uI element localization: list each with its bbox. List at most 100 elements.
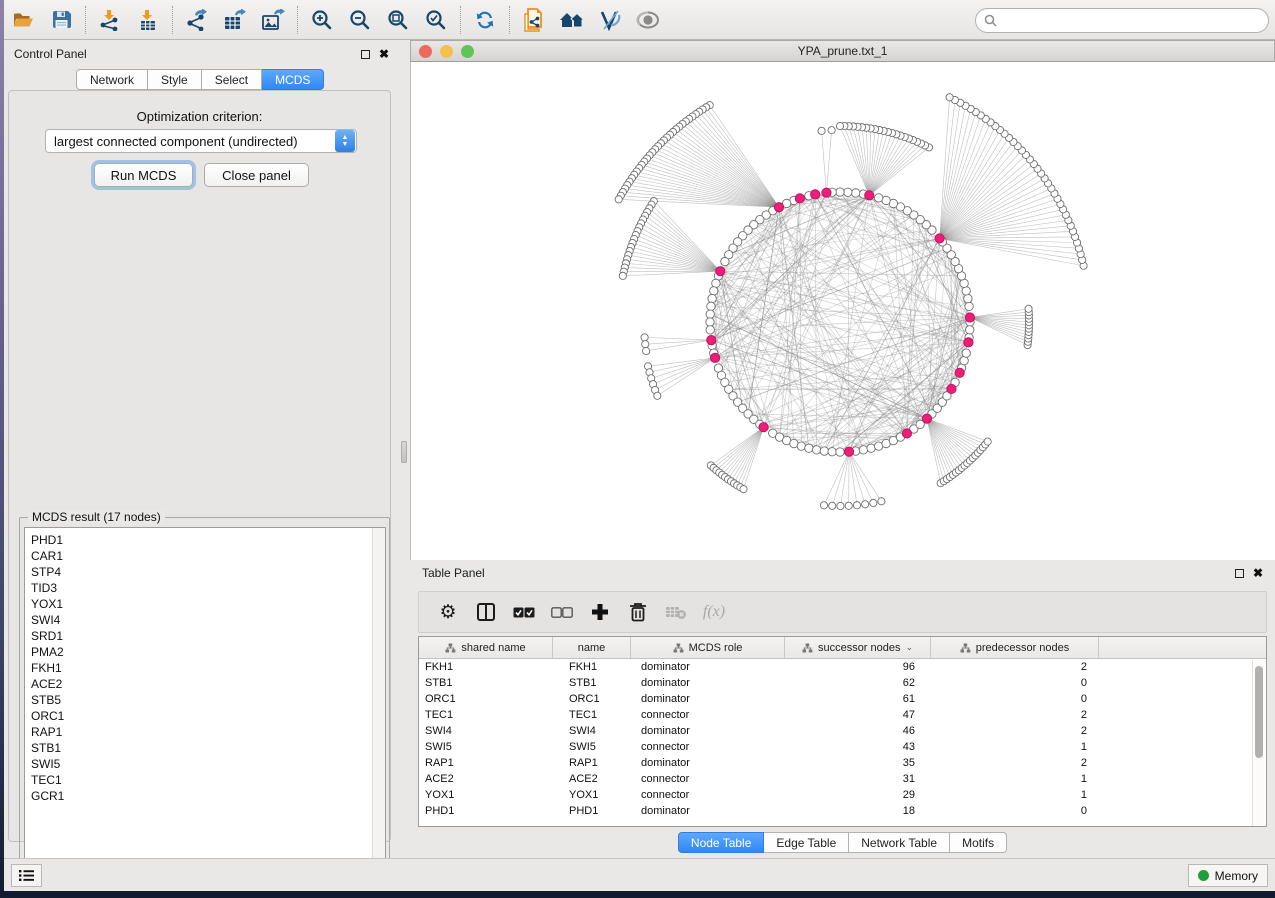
home-icon[interactable] (553, 3, 591, 37)
table-cell: 2 (931, 661, 1099, 673)
memory-button[interactable]: Memory (1188, 864, 1268, 887)
export-image-icon[interactable] (254, 3, 292, 37)
save-session-icon[interactable] (42, 3, 80, 37)
optimization-criterion-select[interactable]: largest connected component (undirected)… (45, 129, 357, 153)
select-all-icon[interactable] (505, 594, 543, 630)
mcds-result-item[interactable]: SWI4 (31, 612, 385, 628)
mcds-result-item[interactable]: ORC1 (31, 708, 385, 724)
close-panel-icon[interactable]: ✖ (1253, 569, 1263, 578)
zoom-selected-icon[interactable] (417, 3, 455, 37)
zoom-fit-icon[interactable] (379, 3, 417, 37)
tab-network[interactable]: Network (76, 69, 148, 90)
search-input[interactable] (997, 11, 1268, 31)
table-row[interactable]: FKH1FKH1dominator962 (419, 659, 1266, 675)
table-mode-gear-icon[interactable]: ⚙ (429, 594, 467, 630)
task-history-button[interactable] (11, 864, 42, 887)
column-type-icon (673, 643, 684, 653)
close-panel-icon[interactable]: ✖ (379, 50, 389, 59)
export-table-icon[interactable] (216, 3, 254, 37)
table-cell: SWI4 (419, 725, 553, 737)
control-panel-title: Control Panel (14, 47, 87, 61)
table-row[interactable]: RAP1RAP1dominator352 (419, 755, 1266, 771)
zoom-in-icon[interactable] (303, 3, 341, 37)
deselect-all-icon[interactable] (543, 594, 581, 630)
column-header-name[interactable]: name (553, 637, 631, 658)
table-row[interactable]: YOX1YOX1connector291 (419, 787, 1266, 803)
tab-network-table[interactable]: Network Table (849, 832, 950, 853)
mcds-result-item[interactable]: YOX1 (31, 596, 385, 612)
search-box[interactable] (975, 8, 1269, 33)
tab-motifs[interactable]: Motifs (950, 832, 1007, 853)
new-network-from-selection-icon[interactable] (515, 3, 553, 37)
column-header-shared-name[interactable]: shared name (419, 637, 553, 658)
tab-select[interactable]: Select (202, 69, 262, 90)
splitter-grip-icon[interactable] (401, 441, 407, 463)
mcds-result-item[interactable]: TID3 (31, 580, 385, 596)
network-canvas[interactable] (410, 62, 1275, 560)
add-column-icon[interactable] (581, 594, 619, 630)
float-panel-icon[interactable] (1235, 569, 1244, 578)
toolbar-separator (172, 6, 173, 34)
table-row[interactable]: SWI5SWI5connector431 (419, 739, 1266, 755)
column-header-MCDS-role[interactable]: MCDS role (631, 637, 785, 658)
mcds-result-item[interactable]: STP4 (31, 564, 385, 580)
mcds-result-item[interactable]: SRD1 (31, 628, 385, 644)
table-cell: STB1 (419, 677, 553, 689)
mcds-result-item[interactable]: STB1 (31, 740, 385, 756)
mcds-result-item[interactable]: FKH1 (31, 660, 385, 676)
run-mcds-button[interactable]: Run MCDS (94, 163, 193, 187)
table-cell: 46 (785, 725, 931, 737)
delete-columns-icon[interactable] (619, 594, 657, 630)
table-row[interactable]: ORC1ORC1dominator610 (419, 691, 1266, 707)
table-cell: connector (631, 789, 785, 801)
open-file-icon[interactable] (4, 3, 42, 37)
table-row[interactable]: ACE2ACE2connector311 (419, 771, 1266, 787)
table-cell: 0 (931, 693, 1099, 705)
toggle-bird-view-icon[interactable] (591, 3, 629, 37)
column-header-successor-nodes[interactable]: successor nodes⌄ (785, 637, 931, 658)
refresh-layout-icon[interactable] (466, 3, 504, 37)
mcds-result-item[interactable]: STB5 (31, 692, 385, 708)
mcds-result-list[interactable]: PHD1CAR1STP4TID3YOX1SWI4SRD1PMA2FKH1ACE2… (24, 527, 386, 884)
mcds-list-scrollbar[interactable] (372, 528, 385, 883)
table-row[interactable]: TEC1TEC1connector472 (419, 707, 1266, 723)
status-bar: Memory (4, 858, 1275, 891)
table-cell: 0 (931, 677, 1099, 689)
scrollbar-thumb[interactable] (1255, 666, 1263, 758)
node-table[interactable]: shared namenameMCDS rolesuccessor nodes⌄… (418, 636, 1267, 827)
show-columns-icon[interactable] (467, 594, 505, 630)
tab-edge-table[interactable]: Edge Table (764, 832, 849, 853)
float-panel-icon[interactable] (361, 50, 370, 59)
table-cell: 2 (931, 757, 1099, 769)
mcds-result-item[interactable]: TEC1 (31, 772, 385, 788)
table-row[interactable]: STB1STB1dominator620 (419, 675, 1266, 691)
tab-mcds[interactable]: MCDS (262, 69, 324, 90)
table-row[interactable]: PHD1PHD1dominator180 (419, 803, 1266, 819)
network-graph[interactable] (411, 62, 1275, 560)
mcds-result-item[interactable]: SWI5 (31, 756, 385, 772)
table-cell: YOX1 (419, 789, 553, 801)
mcds-result-item[interactable]: PHD1 (31, 532, 385, 548)
close-panel-button[interactable]: Close panel (204, 163, 309, 187)
zoom-out-icon[interactable] (341, 3, 379, 37)
import-table-icon[interactable] (129, 3, 167, 37)
table-scrollbar[interactable] (1252, 660, 1265, 827)
table-cell: PHD1 (419, 805, 553, 817)
tab-style[interactable]: Style (148, 69, 202, 90)
table-cell: STB1 (553, 677, 631, 689)
mcds-result-item[interactable]: GCR1 (31, 788, 385, 804)
tab-node-table[interactable]: Node Table (678, 832, 765, 853)
show-graphics-details-icon[interactable] (629, 3, 667, 37)
import-network-icon[interactable] (91, 3, 129, 37)
mcds-result-item[interactable]: CAR1 (31, 548, 385, 564)
panel-splitter[interactable] (399, 41, 410, 858)
network-window-titlebar[interactable]: YPA_prune.txt_1 (410, 40, 1275, 62)
export-network-icon[interactable] (178, 3, 216, 37)
mcds-result-item[interactable]: ACE2 (31, 676, 385, 692)
table-cell: dominator (631, 725, 785, 737)
mcds-result-item[interactable]: RAP1 (31, 724, 385, 740)
table-row[interactable]: SWI4SWI4dominator462 (419, 723, 1266, 739)
mcds-result-item[interactable]: PMA2 (31, 644, 385, 660)
column-header-predecessor-nodes[interactable]: predecessor nodes (931, 637, 1099, 658)
column-type-icon (802, 643, 813, 653)
